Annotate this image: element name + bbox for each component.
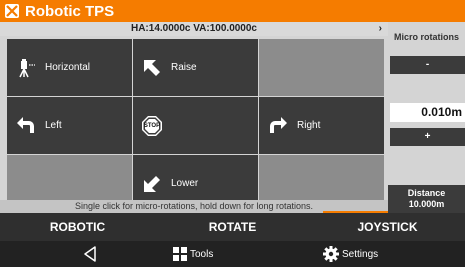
lower-label: Lower [171,178,199,189]
distance-display[interactable]: Distance 10.000m [388,185,465,213]
increment-button[interactable]: + [390,128,465,146]
arrow-up-left-icon [141,57,163,79]
stop-label: STOP [143,122,161,129]
angles-text: HA:14.0000c VA:100.0000c [130,23,257,34]
back-triangle-icon [84,246,96,262]
stop-button[interactable]: STOP [133,97,258,154]
bottom-nav: Tools Settings [0,241,465,267]
arrow-down-left-icon [141,173,163,195]
total-station-icon [15,57,37,79]
grid-icon [173,247,187,261]
left-label: Left [45,120,62,131]
horizontal-button[interactable]: Horizontal [7,39,132,96]
empty-cell [259,39,384,96]
left-button[interactable]: Left [7,97,132,154]
main-panel: HA:14.0000c VA:100.0000c › Horizontal Ra… [0,22,465,213]
horizontal-label: Horizontal [45,62,91,73]
micro-rotations-label: Micro rotations [393,32,459,42]
settings-button[interactable]: Settings [323,246,378,262]
back-button[interactable] [82,245,98,263]
tab-joystick[interactable]: JOYSTICK [310,213,465,241]
mode-tabs: ROBOTIC ROTATE JOYSTICK [0,213,465,241]
chevron-right-icon[interactable]: › [379,22,382,36]
title-bar: Robotic TPS [0,0,465,22]
tab-robotic[interactable]: ROBOTIC [0,213,155,241]
app-title: Robotic TPS [25,2,115,20]
micro-rotation-panel: Micro rotations - 0.010m + Distance 10.0… [388,22,465,213]
stop-sign-icon: STOP [141,115,163,137]
right-label: Right [297,120,321,131]
angles-readout[interactable]: HA:14.0000c VA:100.0000c › [0,22,388,36]
gear-icon [323,246,339,262]
tab-rotate[interactable]: ROTATE [155,213,310,241]
distance-value: 10.000m [408,199,445,209]
raise-button[interactable]: Raise [133,39,258,96]
tools-button[interactable]: Tools [173,247,213,261]
right-button[interactable]: Right [259,97,384,154]
micro-rotation-input[interactable]: 0.010m [390,103,465,122]
rotation-grid: Horizontal Raise Left STOP Right Lower [7,39,384,214]
raise-label: Raise [171,62,197,73]
rotate-right-icon [267,115,289,137]
tools-label: Tools [190,248,214,260]
settings-label: Settings [342,248,379,260]
rotate-left-icon [15,115,37,137]
app-logo-icon [5,4,19,18]
distance-label: Distance [407,188,446,198]
decrement-button[interactable]: - [390,56,465,74]
